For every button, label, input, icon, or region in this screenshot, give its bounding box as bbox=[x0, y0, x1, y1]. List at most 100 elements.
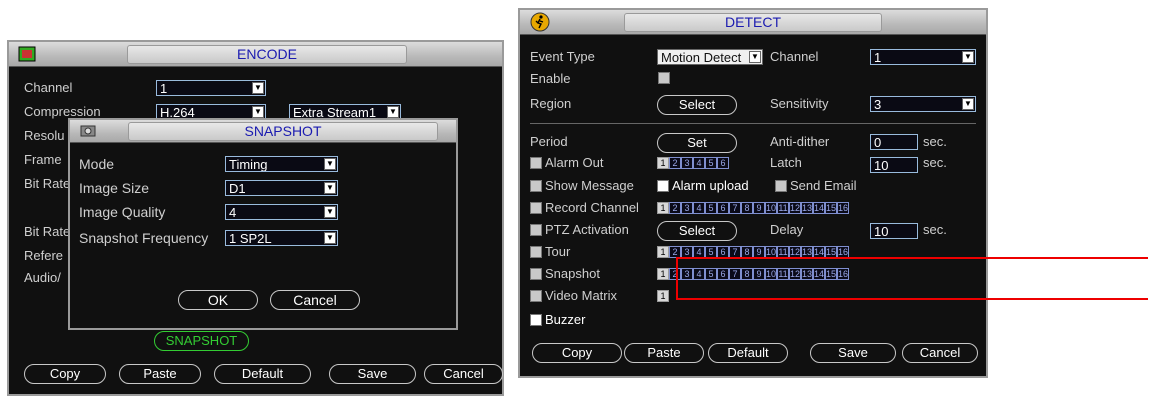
channel-value: 1 bbox=[874, 50, 882, 65]
channel-box-3[interactable]: 3 bbox=[681, 157, 693, 169]
channel-box-12[interactable]: 12 bbox=[789, 202, 801, 214]
snapshot-label: Snapshot bbox=[545, 266, 600, 281]
buzzer-checkbox[interactable] bbox=[530, 314, 542, 326]
channel-box-1[interactable]: 1 bbox=[657, 202, 669, 214]
detect-titlebar: DETECT bbox=[520, 10, 986, 35]
section-divider bbox=[530, 123, 976, 124]
channel-box-6[interactable]: 6 bbox=[717, 268, 729, 280]
annotation-line-top bbox=[676, 257, 1148, 259]
show-message-checkbox[interactable] bbox=[530, 180, 542, 192]
channel-box-15[interactable]: 15 bbox=[825, 268, 837, 280]
channel-label: Channel bbox=[24, 80, 73, 95]
tour-checkbox[interactable] bbox=[530, 246, 542, 258]
cancel-button[interactable]: Cancel bbox=[902, 343, 978, 363]
record-channel-checkbox[interactable] bbox=[530, 202, 542, 214]
channel-select[interactable]: 1 ▼ bbox=[156, 80, 266, 96]
save-button[interactable]: Save bbox=[329, 364, 416, 384]
sensitivity-label: Sensitivity bbox=[770, 96, 829, 111]
channel-box-16[interactable]: 16 bbox=[837, 268, 849, 280]
channel-box-13[interactable]: 13 bbox=[801, 202, 813, 214]
region-select-button[interactable]: Select bbox=[657, 95, 737, 115]
channel-select[interactable]: 1 ▼ bbox=[870, 49, 976, 65]
enable-label: Enable bbox=[530, 71, 571, 86]
alarm-out-checkbox[interactable] bbox=[530, 157, 542, 169]
snapshot-checkbox[interactable] bbox=[530, 268, 542, 280]
ptz-activation-label: PTZ Activation bbox=[545, 222, 629, 237]
paste-button[interactable]: Paste bbox=[624, 343, 704, 363]
video-matrix-checkbox[interactable] bbox=[530, 290, 542, 302]
period-set-button[interactable]: Set bbox=[657, 133, 737, 153]
delay-label: Delay bbox=[770, 222, 804, 237]
channel-box-1[interactable]: 1 bbox=[657, 246, 669, 258]
channel-box-10[interactable]: 10 bbox=[765, 202, 777, 214]
channel-box-11[interactable]: 11 bbox=[777, 202, 789, 214]
snapshot-titlebar: SNAPSHOT bbox=[70, 120, 456, 143]
ptz-select-button[interactable]: Select bbox=[657, 221, 737, 241]
alarm-upload-checkbox[interactable] bbox=[657, 180, 669, 192]
channel-box-11[interactable]: 11 bbox=[777, 268, 789, 280]
default-button[interactable]: Default bbox=[708, 343, 788, 363]
channel-box-12[interactable]: 12 bbox=[789, 268, 801, 280]
video-matrix-label: Video Matrix bbox=[545, 288, 618, 303]
channel-box-8[interactable]: 8 bbox=[741, 268, 753, 280]
latch-input[interactable]: 10 bbox=[870, 157, 918, 173]
channel-box-2[interactable]: 2 bbox=[669, 202, 681, 214]
paste-button[interactable]: Paste bbox=[119, 364, 201, 384]
channel-box-7[interactable]: 7 bbox=[729, 202, 741, 214]
channel-box-1[interactable]: 1 bbox=[657, 290, 669, 302]
image-size-select[interactable]: D1 ▼ bbox=[225, 180, 338, 196]
image-quality-value: 4 bbox=[229, 205, 237, 220]
event-type-select[interactable]: Motion Detect ▼ bbox=[657, 49, 763, 65]
channel-box-16[interactable]: 16 bbox=[837, 202, 849, 214]
channel-box-4[interactable]: 4 bbox=[693, 157, 705, 169]
save-button[interactable]: Save bbox=[810, 343, 896, 363]
delay-input[interactable]: 10 bbox=[870, 223, 918, 239]
channel-box-14[interactable]: 14 bbox=[813, 268, 825, 280]
ptz-activation-checkbox[interactable] bbox=[530, 224, 542, 236]
channel-box-4[interactable]: 4 bbox=[693, 268, 705, 280]
copy-button[interactable]: Copy bbox=[532, 343, 622, 363]
snapshot-frequency-select[interactable]: 1 SP2L ▼ bbox=[225, 230, 338, 246]
snapshot-dialog: SNAPSHOT Mode Timing ▼ Image Size D1 ▼ I… bbox=[68, 118, 458, 330]
sensitivity-select[interactable]: 3 ▼ bbox=[870, 96, 976, 112]
ok-button[interactable]: OK bbox=[178, 290, 258, 310]
channel-box-3[interactable]: 3 bbox=[681, 268, 693, 280]
sensitivity-value: 3 bbox=[874, 97, 882, 112]
channel-box-13[interactable]: 13 bbox=[801, 268, 813, 280]
channel-box-7[interactable]: 7 bbox=[729, 268, 741, 280]
channel-box-2[interactable]: 2 bbox=[669, 157, 681, 169]
channel-box-15[interactable]: 15 bbox=[825, 202, 837, 214]
channel-box-10[interactable]: 10 bbox=[765, 268, 777, 280]
bitrate-label: Bit Rate bbox=[24, 224, 71, 239]
mode-label: Mode bbox=[79, 156, 115, 172]
cancel-button[interactable]: Cancel bbox=[424, 364, 503, 384]
channel-box-2[interactable]: 2 bbox=[669, 268, 681, 280]
channel-box-9[interactable]: 9 bbox=[753, 268, 765, 280]
mode-select[interactable]: Timing ▼ bbox=[225, 156, 338, 172]
default-button[interactable]: Default bbox=[214, 364, 311, 384]
channel-box-5[interactable]: 5 bbox=[705, 157, 717, 169]
encode-titlebar: ENCODE bbox=[9, 42, 502, 67]
channel-box-14[interactable]: 14 bbox=[813, 202, 825, 214]
channel-box-4[interactable]: 4 bbox=[693, 202, 705, 214]
channel-box-9[interactable]: 9 bbox=[753, 202, 765, 214]
channel-box-3[interactable]: 3 bbox=[681, 202, 693, 214]
send-email-checkbox[interactable] bbox=[775, 180, 787, 192]
enable-checkbox[interactable] bbox=[658, 72, 670, 84]
channel-box-5[interactable]: 5 bbox=[705, 202, 717, 214]
channel-label: Channel bbox=[770, 49, 819, 64]
channel-box-5[interactable]: 5 bbox=[705, 268, 717, 280]
cancel-button[interactable]: Cancel bbox=[270, 290, 360, 310]
image-quality-select[interactable]: 4 ▼ bbox=[225, 204, 338, 220]
antidither-sec: sec. bbox=[923, 134, 947, 149]
snapshot-button[interactable]: SNAPSHOT bbox=[154, 331, 249, 351]
image-size-value: D1 bbox=[229, 181, 246, 196]
channel-box-6[interactable]: 6 bbox=[717, 157, 729, 169]
channel-box-1[interactable]: 1 bbox=[657, 157, 669, 169]
copy-button[interactable]: Copy bbox=[24, 364, 106, 384]
antidither-input[interactable]: 0 bbox=[870, 134, 918, 150]
channel-box-1[interactable]: 1 bbox=[657, 268, 669, 280]
channel-box-6[interactable]: 6 bbox=[717, 202, 729, 214]
channel-box-8[interactable]: 8 bbox=[741, 202, 753, 214]
snapshot-frequency-value: 1 SP2L bbox=[229, 231, 272, 246]
